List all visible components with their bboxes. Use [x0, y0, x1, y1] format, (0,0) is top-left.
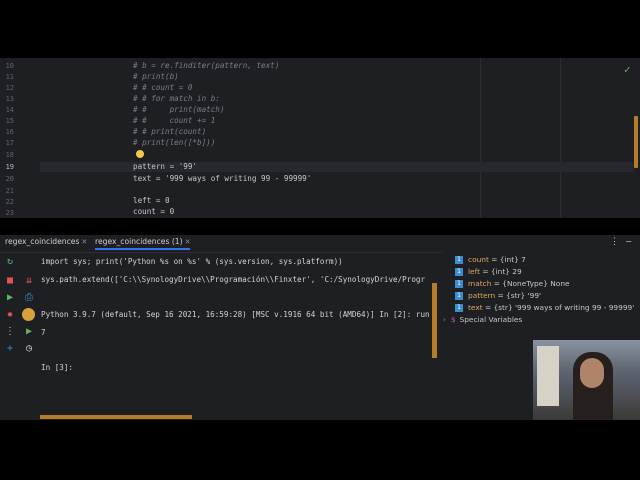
line-number: 21 [5, 187, 14, 195]
variable-value: = {str} '99' [495, 291, 542, 300]
presenter-face [580, 358, 604, 388]
console-output-line: sys.path.extend(['C:\\SynologyDrive\\Pro… [41, 275, 426, 284]
close-icon[interactable]: ✕ [81, 238, 87, 246]
line-number: 17 [5, 139, 14, 147]
line-number: 16 [5, 128, 14, 136]
rerun-icon[interactable]: ↻ [4, 256, 16, 268]
run-icon[interactable]: ▶ [4, 292, 16, 304]
code-line-current[interactable]: pattern = '99' [133, 162, 197, 171]
code-line[interactable]: # print(len([*b])) [133, 138, 215, 147]
line-number: 15 [5, 117, 14, 125]
variable-row[interactable]: 1 pattern = {str} '99' [455, 291, 541, 300]
python-icon [22, 308, 35, 321]
bookshelf-image [537, 346, 559, 406]
code-line[interactable]: # # count = 0 [133, 83, 192, 92]
variable-name: left [468, 267, 480, 276]
webcam-overlay [533, 340, 640, 420]
history-icon[interactable]: ◷ [23, 343, 35, 355]
line-number: 23 [5, 209, 14, 217]
line-number: 18 [5, 151, 14, 159]
tab-regex-coincidences[interactable]: regex_coincidences ✕ [5, 237, 87, 246]
code-line[interactable]: left = 0 [133, 196, 170, 205]
editor-scrollbar[interactable] [634, 116, 638, 168]
variable-row[interactable]: 1 left = {int} 29 [455, 267, 522, 276]
console-horizontal-scrollbar[interactable] [40, 415, 192, 419]
special-variables-row[interactable]: › $ Special Variables [443, 315, 522, 324]
code-line[interactable]: # b = re.finditer(pattern, text) [133, 61, 279, 70]
minimize-icon[interactable]: — [626, 237, 631, 247]
variable-type-icon: 1 [455, 304, 463, 312]
line-number-current: 19 [5, 163, 14, 171]
variable-name: count [468, 255, 489, 264]
line-number: 13 [5, 95, 14, 103]
line-number: 20 [5, 175, 14, 183]
add-icon[interactable]: + [4, 343, 16, 355]
current-line-highlight [40, 162, 634, 172]
variable-name: pattern [468, 291, 496, 300]
variable-type-icon: 1 [455, 280, 463, 288]
variable-type-icon: 1 [455, 268, 463, 276]
tab-regex-coincidences-1[interactable]: regex_coincidences (1) ✕ [95, 237, 191, 250]
code-line[interactable]: text = '999 ways of writing 99 - 99999' [133, 174, 311, 183]
check-icon[interactable]: ✓ [624, 63, 631, 76]
scroll-down-icon[interactable]: ⇊ [23, 275, 35, 287]
code-line[interactable]: # # print(match) [133, 105, 224, 114]
line-number-gutter: 10 11 12 13 14 15 16 17 18 19 20 21 22 2… [0, 58, 40, 218]
code-line[interactable]: # # print(count) [133, 127, 206, 136]
variable-type-icon: 1 [455, 292, 463, 300]
variable-row[interactable]: 1 text = {str} '999 ways of writing 99 - … [455, 303, 634, 312]
forward-icon[interactable]: ▶ [23, 326, 35, 338]
code-line[interactable]: # # count += 1 [133, 116, 215, 125]
console-prompt[interactable]: In [3]: [41, 363, 73, 372]
more-options-icon[interactable]: ⋮ [610, 237, 619, 247]
console-tab-bar: regex_coincidences ✕ regex_coincidences (… [0, 235, 640, 253]
variable-name: match [468, 279, 492, 288]
variable-value: = {str} '999 ways of writing 99 - 99999' [482, 303, 635, 312]
variable-type-icon: 1 [455, 256, 463, 264]
line-number: 14 [5, 106, 14, 114]
stop-icon[interactable]: ■ [4, 275, 16, 287]
console-output-line: 7 [41, 328, 46, 337]
line-number: 22 [5, 198, 14, 206]
code-editor[interactable]: 10 11 12 13 14 15 16 17 18 19 20 21 22 2… [0, 58, 640, 218]
tab-label: regex_coincidences (1) [95, 237, 183, 246]
code-line[interactable]: # # for match in b: [133, 94, 220, 103]
variable-value: = {int} 29 [479, 267, 522, 276]
code-line[interactable]: count = 0 [133, 207, 174, 216]
variable-value: = {NoneType} None [491, 279, 570, 288]
variable-row[interactable]: 1 count = {int} 7 [455, 255, 526, 264]
special-variables-icon: $ [450, 315, 456, 324]
variable-row[interactable]: 1 match = {NoneType} None [455, 279, 570, 288]
indent-guide [480, 58, 481, 218]
line-number: 12 [5, 84, 14, 92]
variable-value: = {int} 7 [488, 255, 526, 264]
tab-label: regex_coincidences [5, 237, 80, 246]
code-line[interactable]: # print(b) [133, 72, 179, 81]
variable-name: text [468, 303, 483, 312]
expand-chevron-icon[interactable]: › [443, 316, 446, 324]
more-icon[interactable]: ⋮ [4, 326, 16, 338]
print-icon[interactable]: ⎙ [23, 292, 35, 304]
console-output-line: Python 3.9.7 (default, Sep 16 2021, 16:5… [41, 310, 430, 319]
console-output-line: import sys; print('Python %s on %s' % (s… [41, 257, 343, 266]
settings-gear-icon[interactable]: ✹ [4, 309, 16, 321]
special-variables-label: Special Variables [459, 315, 523, 324]
close-icon[interactable]: ✕ [185, 238, 191, 246]
console-vertical-scrollbar[interactable] [432, 283, 437, 358]
lightbulb-icon[interactable] [136, 150, 144, 158]
indent-guide [560, 58, 561, 218]
line-number: 10 [5, 62, 14, 70]
line-number: 11 [5, 73, 14, 81]
